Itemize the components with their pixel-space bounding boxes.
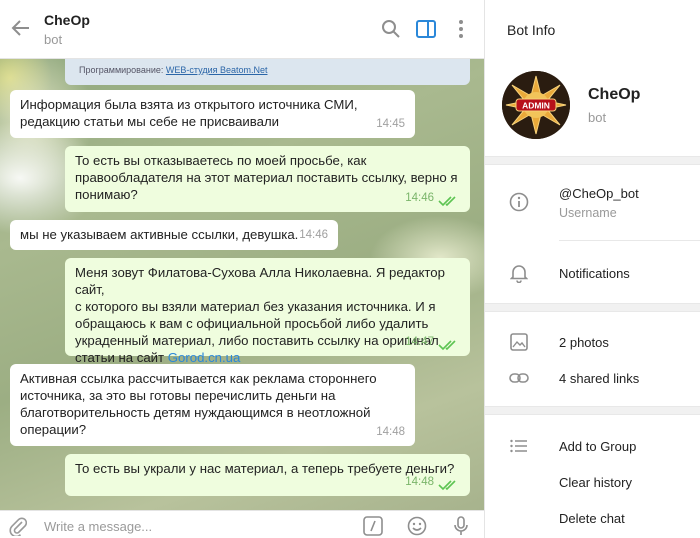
link-icon xyxy=(509,368,529,388)
message-text-line: источника, за это вы готовы перечислить … xyxy=(20,388,336,403)
back-arrow-icon[interactable] xyxy=(10,17,32,39)
emoji-icon[interactable] xyxy=(406,515,428,537)
message-incoming[interactable]: Активная ссылка рассчитывается как рекла… xyxy=(10,364,415,446)
message-text-line: правообладателя на этот материал постави… xyxy=(75,170,458,185)
add-to-group-button[interactable]: Add to Group xyxy=(559,439,636,454)
username-label: Username xyxy=(559,206,617,220)
more-vertical-icon[interactable] xyxy=(449,17,473,41)
message-time: 14:45 xyxy=(376,118,405,130)
section-divider xyxy=(485,406,700,415)
message-time: 14:48 xyxy=(376,426,405,438)
message-outgoing[interactable]: Меня зовут Филатова-Сухова Алла Николаев… xyxy=(65,258,470,365)
message-outgoing[interactable]: То есть вы отказываетесь по моей просьбе… xyxy=(65,146,470,212)
message-outgoing[interactable]: То есть вы украли у нас материал, а тепе… xyxy=(65,454,470,496)
message-text-line: благотворительность детям нуждающимся в … xyxy=(20,405,371,420)
bot-subtitle: bot xyxy=(588,110,607,125)
message-text-line: операции? xyxy=(20,422,87,437)
message-time: 14:48 xyxy=(405,476,434,488)
message-incoming[interactable]: мы не указываем активные ссылки, девушка… xyxy=(10,220,338,250)
message-time: 14:46 xyxy=(299,229,328,241)
avatar[interactable]: ADMIN xyxy=(502,71,570,139)
read-checkmarks-icon xyxy=(438,196,456,207)
message-text: статьи на сайт xyxy=(75,350,168,365)
list-icon xyxy=(509,436,529,456)
message-text-line: Информация была взята из открытого источ… xyxy=(20,97,358,112)
message-time: 14:46 xyxy=(405,192,434,204)
message-text-line: То есть вы украли у нас материал, а тепе… xyxy=(75,461,455,476)
shared-links[interactable]: 4 shared links xyxy=(559,371,639,386)
chat-subtitle: bot xyxy=(44,32,63,47)
bot-command-icon[interactable] xyxy=(362,515,384,537)
message-text-line: украденный материал, либо поставить ссыл… xyxy=(75,333,439,348)
preview-link[interactable]: WEB-студия Beatom.Net xyxy=(166,65,268,75)
avatar-badge-text: ADMIN xyxy=(522,101,550,111)
read-checkmarks-icon xyxy=(438,340,456,351)
message-text-line: понимаю? xyxy=(75,187,138,202)
message-text-line: обращаюсь к вам с официальной просьбой л… xyxy=(75,316,429,331)
message-incoming[interactable]: Информация была взята из открытого источ… xyxy=(10,90,415,138)
message-text-line: мы не указываем активные ссылки, девушка… xyxy=(20,227,299,242)
bot-name: CheOp xyxy=(588,86,641,103)
bot-info-panel: Bot Info ADMIN CheOp bot @CheOp_bot User… xyxy=(484,0,700,538)
divider xyxy=(559,240,700,241)
shared-photos[interactable]: 2 photos xyxy=(559,335,609,350)
message-composer xyxy=(0,510,484,538)
chat-header: CheOp bot xyxy=(0,0,484,59)
attach-icon[interactable] xyxy=(7,515,29,537)
message-time: 14:47 xyxy=(405,336,434,348)
section-divider xyxy=(485,156,700,165)
message-text-line: редакцию статьи мы себе не присваивали xyxy=(20,114,280,129)
message-text-line: Меня зовут Филатова-Сухова Алла Николаев… xyxy=(75,265,445,297)
preview-label: Программирование: xyxy=(79,65,164,75)
info-icon xyxy=(509,192,529,212)
message-input[interactable] xyxy=(42,517,336,535)
message-text-line: с которого вы взяли материал без указани… xyxy=(75,299,436,314)
sidebar-toggle-icon[interactable] xyxy=(414,17,438,41)
read-checkmarks-icon xyxy=(438,480,456,491)
microphone-icon[interactable] xyxy=(450,515,472,537)
message-text-line: То есть вы отказываетесь по моей просьбе… xyxy=(75,153,367,168)
chat-title[interactable]: CheOp xyxy=(44,12,90,28)
message-link[interactable]: Gorod.cn.ua xyxy=(168,350,241,365)
section-divider xyxy=(485,303,700,312)
bot-username[interactable]: @CheOp_bot xyxy=(559,186,639,201)
clear-history-button[interactable]: Clear history xyxy=(559,475,632,490)
link-preview[interactable]: Программирование: WEB-студия Beatom.Net xyxy=(65,58,470,85)
message-text-line: Активная ссылка рассчитывается как рекла… xyxy=(20,371,377,386)
search-icon[interactable] xyxy=(379,17,403,41)
chat-area: Программирование: WEB-студия Beatom.Net … xyxy=(0,0,484,538)
panel-title: Bot Info xyxy=(507,22,556,38)
bell-icon xyxy=(509,263,529,283)
photo-icon xyxy=(509,332,529,352)
delete-chat-button[interactable]: Delete chat xyxy=(559,511,625,526)
notifications-toggle[interactable]: Notifications xyxy=(559,266,630,281)
